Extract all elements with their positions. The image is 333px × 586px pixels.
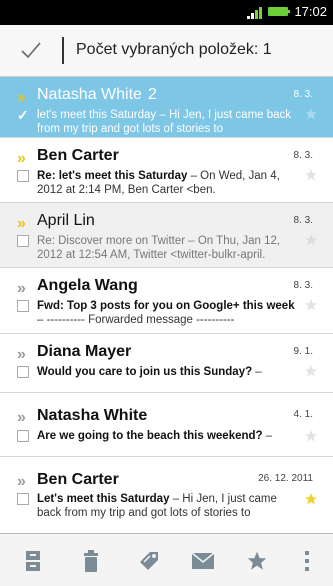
label-icon[interactable]	[136, 548, 162, 574]
email-preview: Re: let's meet this Saturday – On Wed, J…	[37, 170, 280, 196]
email-date: 8. 3.	[293, 150, 313, 161]
important-marker-icon: »	[17, 89, 26, 106]
star-icon[interactable]	[304, 429, 318, 443]
important-marker-icon: »	[17, 215, 26, 232]
email-sender: Ben Carter	[37, 147, 119, 164]
email-sender: Ben Carter	[37, 471, 119, 488]
archive-icon[interactable]	[20, 548, 46, 574]
selection-action-bar: Počet vybraných položek: 1	[0, 25, 333, 77]
row-checkbox[interactable]	[17, 430, 29, 442]
email-preview: Are we going to the beach this weekend? …	[37, 430, 273, 442]
battery-icon	[268, 7, 291, 16]
email-row[interactable]: » Natasha White 4. 1. Are we going to th…	[0, 393, 333, 457]
email-row[interactable]: » Ben Carter 8. 3. Re: let's meet this S…	[0, 138, 333, 203]
row-checkbox[interactable]	[17, 366, 29, 378]
email-list[interactable]: » Natasha White 2 8. 3. ✓ let's meet this…	[0, 77, 333, 533]
more-icon[interactable]	[294, 548, 320, 574]
email-row[interactable]: » Angela Wang 8. 3. Fwd: Top 3 posts for…	[0, 268, 333, 334]
email-sender: April Lin	[37, 212, 95, 229]
email-date: 8. 3.	[293, 89, 313, 100]
email-preview: Would you care to join us this Sunday? –	[37, 366, 262, 378]
email-preview: let's meet this Saturday – Hi Jen, I jus…	[37, 109, 292, 135]
mark-unread-icon[interactable]	[190, 548, 216, 574]
email-date: 26. 12. 2011	[258, 473, 313, 484]
email-row[interactable]: » April Lin 8. 3. Re: Discover more on T…	[0, 203, 333, 268]
not-important-marker-icon: »	[17, 409, 26, 426]
selection-count-title: Počet vybraných položek: 1	[76, 41, 272, 58]
clock: 17:02	[294, 4, 327, 19]
row-checkbox[interactable]	[17, 170, 29, 182]
email-preview: Let's meet this Saturday – Hi Jen, I jus…	[37, 493, 277, 519]
email-date: 8. 3.	[293, 215, 313, 226]
delete-icon[interactable]	[78, 548, 104, 574]
row-checkbox[interactable]	[17, 493, 29, 505]
star-icon[interactable]	[304, 107, 318, 121]
action-bar-divider	[62, 37, 64, 64]
row-checkbox[interactable]	[17, 300, 29, 312]
email-preview: Fwd: Top 3 posts for you on Google+ this…	[37, 300, 295, 326]
row-checkbox[interactable]: ✓	[17, 108, 29, 122]
email-row[interactable]: » Natasha White 2 8. 3. ✓ let's meet this…	[0, 77, 333, 138]
email-sender: Natasha White 2	[37, 86, 157, 103]
row-checkbox[interactable]	[17, 235, 29, 247]
not-important-marker-icon: »	[17, 280, 26, 297]
email-preview: Re: Discover more on Twitter – On Thu, J…	[37, 235, 281, 261]
not-important-marker-icon: »	[17, 346, 26, 363]
star-icon[interactable]	[244, 548, 270, 574]
star-icon[interactable]	[304, 298, 318, 312]
signal-icon	[247, 5, 263, 19]
star-icon[interactable]	[304, 364, 318, 378]
email-date: 4. 1.	[293, 409, 313, 420]
check-icon[interactable]	[20, 39, 42, 61]
email-date: 8. 3.	[293, 280, 313, 291]
email-sender: Natasha White	[37, 407, 148, 424]
email-sender: Angela Wang	[37, 277, 138, 294]
email-row[interactable]: » Diana Mayer 9. 1. Would you care to jo…	[0, 334, 333, 393]
email-sender: Diana Mayer	[37, 343, 132, 360]
not-important-marker-icon: »	[17, 473, 26, 490]
email-date: 9. 1.	[293, 346, 313, 357]
email-row[interactable]: » Ben Carter 26. 12. 2011 Let's meet thi…	[0, 457, 333, 520]
important-marker-icon: »	[17, 150, 26, 167]
status-bar: 17:02	[0, 0, 333, 25]
bottom-toolbar	[0, 533, 333, 586]
star-icon[interactable]	[304, 492, 318, 506]
star-icon[interactable]	[304, 233, 318, 247]
star-icon[interactable]	[304, 168, 318, 182]
